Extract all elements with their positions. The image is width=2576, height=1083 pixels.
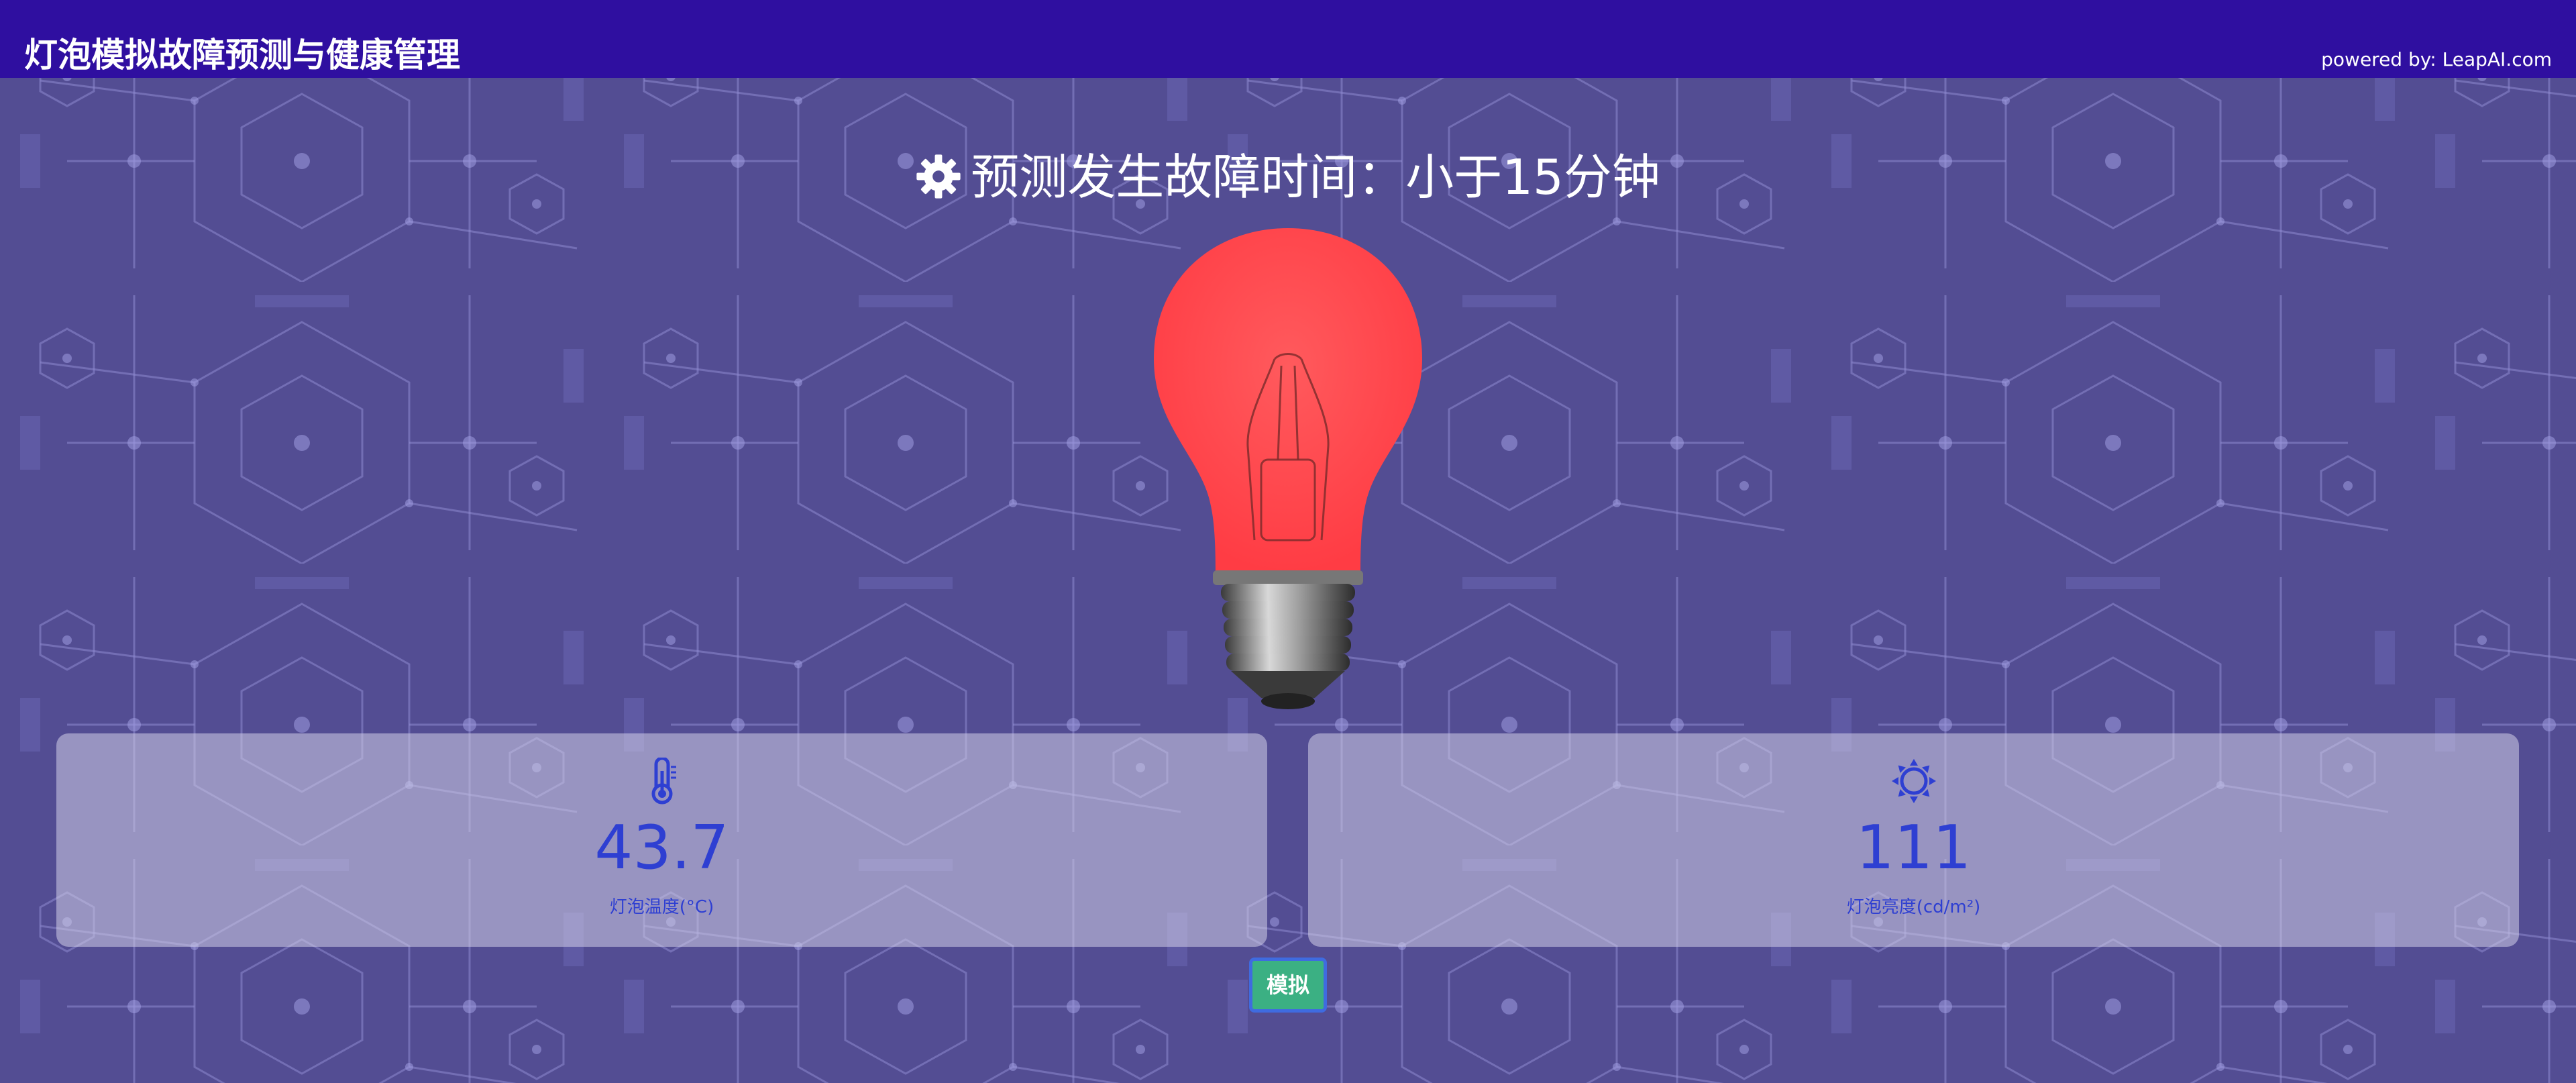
temperature-card: 43.7 灯泡温度(°C) [56, 733, 1267, 947]
brightness-label: 灯泡亮度(cd/m²) [1846, 897, 1981, 917]
temperature-label: 灯泡温度(°C) [609, 897, 714, 917]
gear-icon [916, 154, 961, 199]
sun-icon [1891, 759, 1936, 803]
prediction-text: 预测发生故障时间：小于15分钟 [971, 149, 1660, 205]
app-title: 灯泡模拟故障预测与健康管理 [24, 36, 460, 74]
failure-prediction: 预测发生故障时间：小于15分钟 [0, 138, 2576, 208]
light-bulb-image [1154, 228, 1422, 709]
simulate-button[interactable]: 模拟 [1249, 958, 1327, 1013]
thermometer-icon [651, 758, 676, 805]
brightness-card: 111 灯泡亮度(cd/m²) [1308, 733, 2519, 947]
brightness-value: 111 [1856, 813, 1972, 883]
top-bar: 灯泡模拟故障预测与健康管理 powered by: LeapAI.com [0, 0, 2576, 78]
temperature-value: 43.7 [594, 813, 729, 883]
powered-by-text: powered by: LeapAI.com [2321, 48, 2552, 70]
